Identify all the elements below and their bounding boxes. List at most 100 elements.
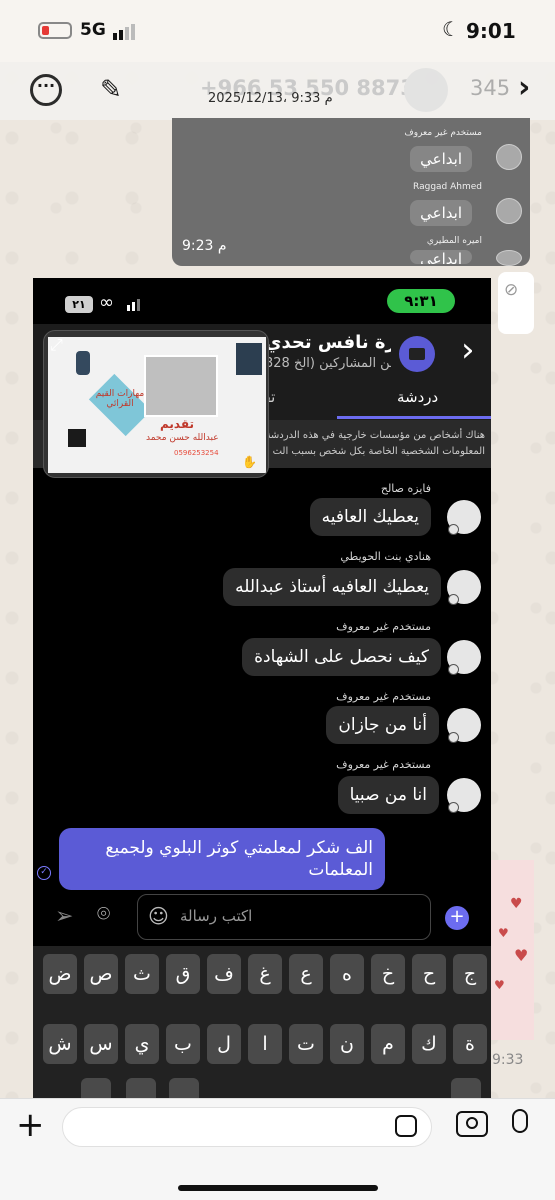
sender-name: Raggad Ahmed <box>413 182 482 192</box>
sign-icon[interactable]: ✎ <box>100 74 136 108</box>
group-avatar <box>399 336 435 372</box>
home-indicator <box>178 1185 378 1191</box>
keyboard-key[interactable]: ي <box>125 1024 159 1064</box>
sender-name: مستخدم غير معروف <box>404 128 482 138</box>
call-pill: ٩:٣١ <box>387 289 455 313</box>
group-title[interactable]: مبادرة نافس تحدي <box>265 332 391 353</box>
forwarded-image-top[interactable]: مستخدم غير معروف ابداعي Raggad Ahmed ابد… <box>172 118 530 266</box>
keyboard-key[interactable]: ق <box>166 954 200 994</box>
battery-icon: ٢١ <box>65 296 93 313</box>
message-text: ابداعي <box>410 250 472 264</box>
emoji-icon[interactable]: ☺ <box>148 904 169 928</box>
avatar <box>496 198 522 224</box>
keyboard-key[interactable]: ل <box>207 1024 241 1064</box>
sender-name: اميره المطيري <box>426 236 482 246</box>
tab-chat[interactable]: دردشة <box>397 388 438 406</box>
microphone-icon[interactable] <box>512 1109 528 1133</box>
message-bubble: يعطيك العافيه أستاذ عبدالله <box>223 568 441 606</box>
keyboard-key[interactable]: ض <box>43 954 77 994</box>
bottom-composer: + <box>0 1098 555 1200</box>
sender-name: مستخدم غير معروف <box>336 758 431 771</box>
message-bubble: انا من صبيا <box>337 776 439 814</box>
keyboard-key[interactable]: ح <box>412 954 446 994</box>
video-phone: 0596253254 <box>174 449 219 457</box>
avatar <box>447 640 481 675</box>
video-presenter: عبدالله حسن محمد <box>146 433 219 443</box>
keyboard-key[interactable]: ب <box>166 1024 200 1064</box>
keyboard-key[interactable]: ك <box>412 1024 446 1064</box>
plus-icon[interactable]: + <box>16 1105 45 1145</box>
read-receipt-icon: ✓ <box>37 866 51 880</box>
message-bubble: يعطيك العافيه <box>309 498 431 536</box>
back-chevron-icon[interactable]: › <box>461 330 475 370</box>
battery-icon <box>38 22 72 39</box>
signal-icon <box>113 24 135 40</box>
message-bubble: كيف نحصل على الشهادة <box>242 638 441 676</box>
keyboard-key[interactable]: غ <box>248 954 282 994</box>
message-time: 9:23 م <box>182 238 227 254</box>
moon-icon: ☾ <box>442 17 460 41</box>
keyboard-key[interactable]: ف <box>207 954 241 994</box>
message-bubble: أنا من جازان <box>326 706 439 744</box>
keyboard-key[interactable]: ن <box>330 1024 364 1064</box>
sender-name: مستخدم غير معروف <box>336 620 431 633</box>
notice-line: هناك أشخاص من مؤسسات خارجية في هذه الدرد… <box>265 430 485 441</box>
message-text: ابداعي <box>410 200 472 226</box>
camera-icon[interactable] <box>456 1111 488 1137</box>
back-chevron-icon[interactable]: › <box>518 70 530 105</box>
message-input[interactable]: اكتب رسالة ☺ <box>137 894 431 940</box>
message-count: 345 <box>470 76 511 100</box>
keyboard-key[interactable]: ه <box>330 954 364 994</box>
sender-name: هنادي بنت الحويطي <box>340 550 431 563</box>
clock: 9:01 <box>466 19 516 43</box>
video-present: تقديم <box>160 417 194 431</box>
keyboard-key[interactable]: ت <box>289 1024 323 1064</box>
keyboard-key[interactable]: س <box>84 1024 118 1064</box>
send-icon[interactable]: ➢ <box>55 904 73 929</box>
message-text: ابداعي <box>410 146 472 172</box>
avatar <box>496 144 522 170</box>
video-badge: مهارات القيم القرائي <box>95 389 145 409</box>
avatar <box>496 250 522 266</box>
keyboard-row-partial <box>81 1078 481 1098</box>
message-time: 9:33 <box>492 1052 524 1068</box>
add-button[interactable]: + <box>445 906 469 930</box>
signal-icon <box>127 297 143 311</box>
tab-underline <box>337 416 491 419</box>
avatar <box>447 500 481 535</box>
keyboard-key[interactable]: م <box>371 1024 405 1064</box>
keyboard-row: ةكمنتالبيسش <box>37 1024 487 1066</box>
message-field[interactable] <box>62 1107 432 1147</box>
inner-clock: ٩:٣١ <box>404 292 438 310</box>
keyboard-key[interactable]: ا <box>248 1024 282 1064</box>
keyboard-key[interactable]: ج <box>453 954 487 994</box>
deleted-message-bubble: ⊘ <box>498 272 534 334</box>
input-placeholder: اكتب رسالة <box>180 907 253 925</box>
chat-header: ··· ✎ +966 53 550 8873 2025/12/13، 9:33 … <box>0 62 555 120</box>
message-datetime: 2025/12/13، 9:33 م <box>208 91 333 106</box>
camera-icon[interactable]: ⌾ <box>97 902 110 927</box>
forwarded-image-main[interactable]: ٢١ ∞ ٩:٣١ › مبادرة نافس تحدي 328 من المش… <box>33 278 491 1098</box>
avatar[interactable] <box>404 68 448 112</box>
keyboard-key[interactable]: ص <box>84 954 118 994</box>
group-participants: 328 من المشاركين (الخ <box>265 356 391 371</box>
keyboard-key[interactable]: ث <box>125 954 159 994</box>
sticker-icon[interactable] <box>395 1115 417 1137</box>
keyboard-key[interactable]: ة <box>453 1024 487 1064</box>
link-icon: ∞ <box>99 292 114 313</box>
avatar <box>447 778 481 813</box>
network-label: 5G <box>80 20 106 40</box>
keyboard-key[interactable]: خ <box>371 954 405 994</box>
keyboard-key[interactable]: ش <box>43 1024 77 1064</box>
video-thumbnail[interactable]: مهارات القيم القرائي تقديم عبدالله حسن م… <box>43 330 269 478</box>
more-options-icon[interactable]: ··· <box>30 74 62 106</box>
forwarded-image-right[interactable]: ♥ ♥ ♥ ♥ <box>488 860 534 1040</box>
sender-name: فايزه صالح <box>380 482 431 495</box>
battery-label: ٢١ <box>72 298 86 311</box>
keyboard-key[interactable]: ع <box>289 954 323 994</box>
expand-icon[interactable]: ⤢ <box>50 335 63 355</box>
hand-icon: ✋ <box>242 455 257 469</box>
avatar <box>447 708 481 743</box>
sender-name: مستخدم غير معروف <box>336 690 431 703</box>
keyboard-row: جحخهعغفقثصض <box>37 954 487 996</box>
